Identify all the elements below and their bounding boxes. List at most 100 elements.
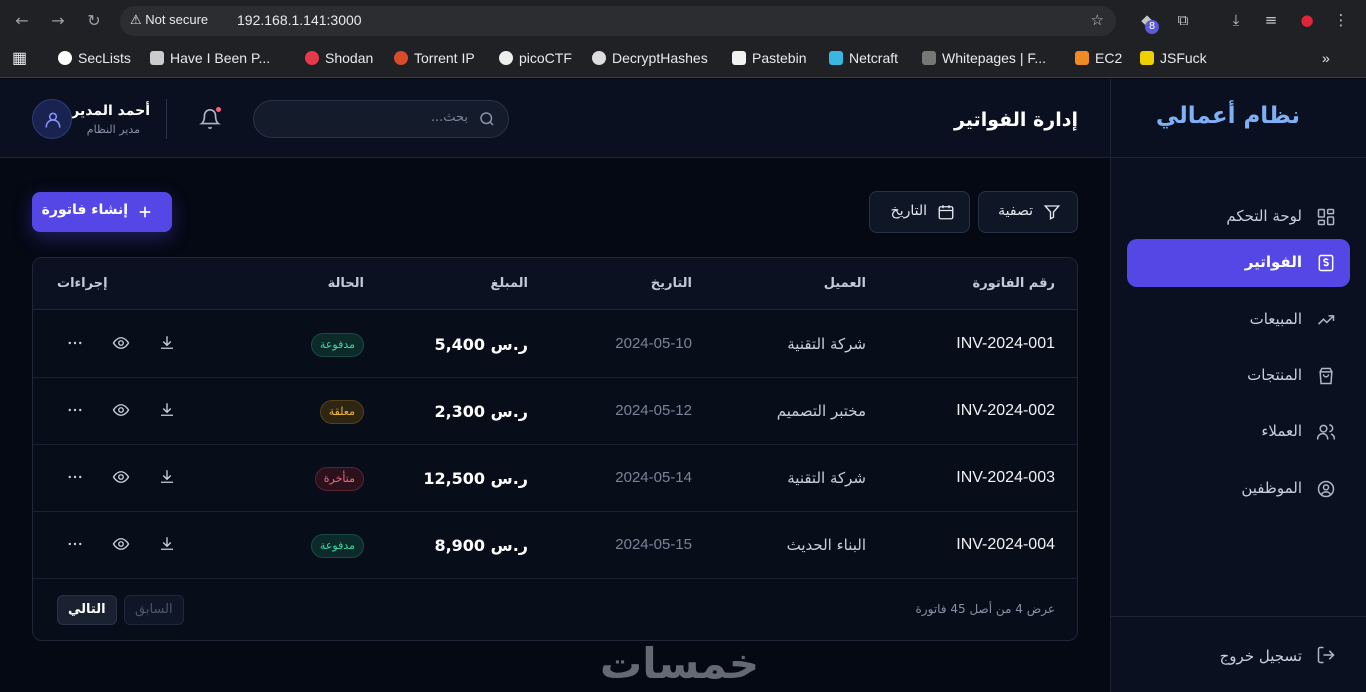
user-role: مدير النظام <box>86 123 140 136</box>
sidebar-item-sales[interactable]: المبيعات <box>1127 296 1350 344</box>
more-icon[interactable] <box>66 468 84 486</box>
invoice-number: INV-2024-001 <box>956 335 1055 352</box>
user-name: أحمد المدير <box>71 103 150 119</box>
bookmark-torrent-ip[interactable]: Torrent IP <box>394 50 475 66</box>
torrent-icon <box>394 51 408 65</box>
col-client: العميل <box>823 276 866 291</box>
bag-icon <box>1319 367 1333 385</box>
col-invoice-number: رقم الفاتورة <box>972 276 1055 291</box>
back-icon[interactable]: ← <box>10 9 34 33</box>
bookmark-star-icon[interactable]: ☆ <box>1091 11 1104 29</box>
bookmark-picoctf[interactable]: picoCTF <box>499 50 572 66</box>
pastebin-icon <box>732 51 746 65</box>
eye-icon[interactable] <box>112 535 130 553</box>
extension-badge: 8 <box>1145 20 1159 34</box>
github-icon <box>58 51 72 65</box>
url-text[interactable]: 192.168.1.141:3000 <box>237 12 362 28</box>
invoice-amount: 2,300 ر.س <box>434 402 528 421</box>
col-actions: إجراءات <box>57 276 108 291</box>
bookmark-shodan[interactable]: Shodan <box>305 50 373 66</box>
apps-grid-icon[interactable]: ▦ <box>12 48 27 68</box>
create-invoice-label: إنشاء فاتورة <box>41 202 128 218</box>
ec2-icon <box>1075 51 1089 65</box>
eye-icon[interactable] <box>112 401 130 419</box>
table-row[interactable]: INV-2024-003 شركة التقنية 2024-05-14 12,… <box>33 445 1077 512</box>
status-badge: مدفوعة <box>310 333 364 357</box>
bookmark-decrypthashes[interactable]: DecryptHashes <box>592 50 708 66</box>
sidebar-item-clients[interactable]: العملاء <box>1127 408 1350 456</box>
trend-icon <box>1317 315 1335 325</box>
address-bar[interactable]: ⚠ Not secure 192.168.1.141:3000 ☆ <box>120 6 1116 36</box>
invoice-date: 2024-05-10 <box>615 335 692 352</box>
sidebar: نظام أعمالي لوحة التحكم الفواتير المبيعا… <box>1110 79 1366 692</box>
bookmark-whitepages[interactable]: Whitepages | F... <box>922 50 1046 66</box>
logout-button[interactable]: تسجيل خروج <box>1110 616 1366 692</box>
client-name: البناء الحديث <box>786 536 866 554</box>
pagination-summary: عرض 4 من أصل 45 فاتورة <box>915 602 1055 616</box>
hibp-icon <box>150 51 164 65</box>
sidebar-item-employees[interactable]: الموظفين <box>1127 465 1350 513</box>
table-footer: عرض 4 من أصل 45 فاتورة السابق التالي <box>33 578 1077 640</box>
sidebar-item-label: الفواتير <box>1244 253 1302 271</box>
sidebar-item-dashboard[interactable]: لوحة التحكم <box>1127 193 1350 241</box>
col-amount: المبلغ <box>490 276 528 291</box>
invoice-icon <box>1318 254 1334 272</box>
search-icon <box>480 112 494 126</box>
bookmark-seclists[interactable]: SecLists <box>58 50 131 66</box>
download-icon[interactable] <box>158 334 176 352</box>
plus-icon <box>139 206 151 218</box>
bookmark-jsfuck[interactable]: JSFuck <box>1140 50 1207 66</box>
date-label: التاريخ <box>890 203 927 219</box>
download-icon[interactable]: ⤓ <box>1225 9 1247 31</box>
not-secure-indicator[interactable]: ⚠ Not secure <box>130 12 208 28</box>
more-icon[interactable] <box>66 401 84 419</box>
eye-icon[interactable] <box>112 334 130 352</box>
profile-icon[interactable]: ● <box>1296 9 1318 31</box>
sidebar-item-invoices[interactable]: الفواتير <box>1127 239 1350 287</box>
shodan-icon <box>305 51 319 65</box>
more-icon[interactable] <box>66 334 84 352</box>
bookmark-ec2[interactable]: EC2 <box>1075 50 1122 66</box>
date-button[interactable]: التاريخ <box>869 191 970 233</box>
invoice-amount: 12,500 ر.س <box>423 469 528 488</box>
download-icon[interactable] <box>158 401 176 419</box>
app: نظام أعمالي لوحة التحكم الفواتير المبيعا… <box>0 79 1366 692</box>
logout-icon <box>1317 646 1335 664</box>
invoice-amount: 8,900 ر.س <box>434 536 528 555</box>
media-icon[interactable]: ≡ <box>1260 9 1282 31</box>
table-row[interactable]: INV-2024-001 شركة التقنية 2024-05-10 5,4… <box>33 311 1077 378</box>
bookmarks-overflow-icon[interactable]: » <box>1322 50 1330 66</box>
table-row[interactable]: INV-2024-004 البناء الحديث 2024-05-15 8,… <box>33 512 1077 579</box>
user-icon <box>45 112 61 128</box>
filter-label: تصفية <box>998 203 1033 219</box>
forward-icon[interactable]: → <box>46 9 70 33</box>
next-page-button[interactable]: التالي <box>57 595 117 625</box>
menu-icon[interactable]: ⋮ <box>1330 9 1352 31</box>
prev-page-button[interactable]: السابق <box>124 595 184 625</box>
search-input[interactable] <box>268 110 468 125</box>
table-row[interactable]: INV-2024-002 مختبر التصميم 2024-05-12 2,… <box>33 378 1077 445</box>
download-icon[interactable] <box>158 468 176 486</box>
sidebar-item-products[interactable]: المنتجات <box>1127 352 1350 400</box>
jsfuck-icon <box>1140 51 1154 65</box>
invoice-date: 2024-05-14 <box>615 469 692 486</box>
bookmark-netcraft[interactable]: Netcraft <box>829 50 898 66</box>
reload-icon[interactable]: ↻ <box>82 9 106 33</box>
invoice-number: INV-2024-002 <box>956 402 1055 419</box>
download-icon[interactable] <box>158 535 176 553</box>
more-icon[interactable] <box>66 535 84 553</box>
create-invoice-button[interactable]: إنشاء فاتورة <box>32 192 172 232</box>
brand-title: نظام أعمالي <box>1155 103 1300 129</box>
sidebar-item-label: لوحة التحكم <box>1226 207 1302 225</box>
grid-icon <box>1317 208 1335 226</box>
search-box <box>253 100 509 138</box>
sidebar-item-label: الموظفين <box>1241 479 1302 497</box>
extensions-puzzle-icon[interactable]: ⧉ <box>1172 9 1194 31</box>
bookmark-hibp[interactable]: Have I Been P... <box>150 50 270 66</box>
invoice-number: INV-2024-004 <box>956 536 1055 553</box>
bookmark-pastebin[interactable]: Pastebin <box>732 50 806 66</box>
eye-icon[interactable] <box>112 468 130 486</box>
sidebar-item-label: المنتجات <box>1247 366 1302 384</box>
avatar[interactable] <box>32 99 72 139</box>
filter-button[interactable]: تصفية <box>978 191 1078 233</box>
